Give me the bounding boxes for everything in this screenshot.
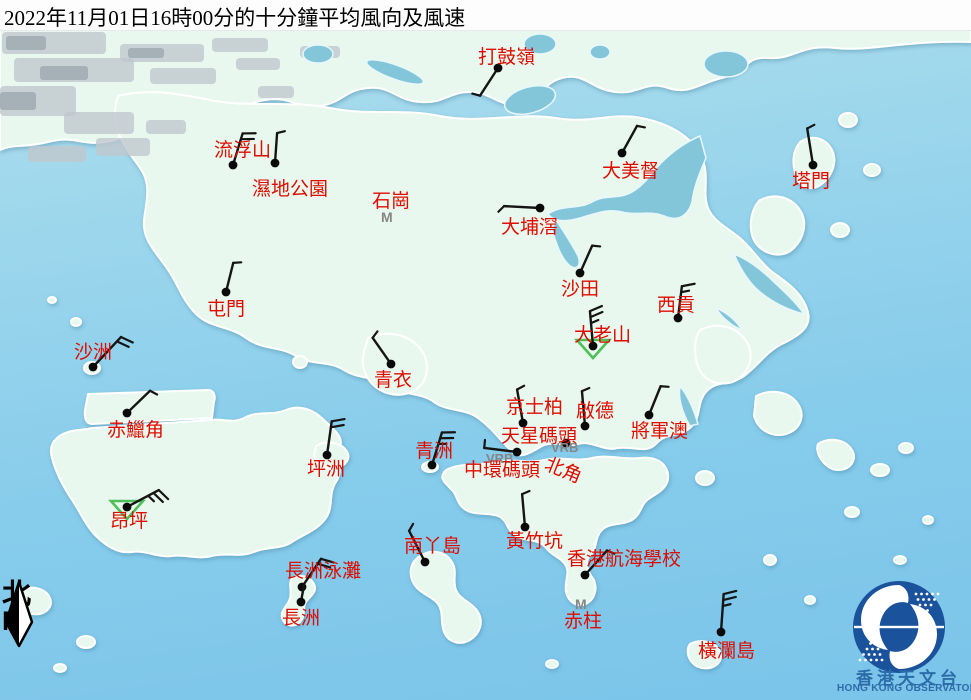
wind-barb bbox=[498, 206, 540, 212]
station-dot bbox=[618, 149, 627, 158]
station-dot bbox=[645, 411, 654, 420]
station-dot bbox=[89, 363, 98, 372]
wind-barb bbox=[580, 246, 600, 273]
barb-tick bbox=[484, 440, 485, 448]
barb-tick bbox=[592, 246, 600, 247]
station-label: 大老山 bbox=[574, 326, 631, 345]
wind-barb bbox=[472, 68, 498, 96]
station-dot bbox=[229, 161, 238, 170]
hko-logo: 香港天文台 HONG KONG OBSERVATORY bbox=[836, 580, 971, 700]
station-label: 黃竹坑 bbox=[506, 532, 563, 551]
title-bar: 2022年11月01日16時00分的十分鐘平均風向及風速 bbox=[0, 0, 971, 31]
barb-tick bbox=[117, 341, 129, 346]
station-label: 屯門 bbox=[207, 300, 245, 319]
station-label: 濕地公園 bbox=[252, 180, 328, 199]
station-label: 大美督 bbox=[602, 162, 659, 181]
station-label: 沙田 bbox=[561, 280, 599, 299]
barb-tick bbox=[682, 284, 695, 286]
wind-barbs-layer bbox=[0, 0, 971, 700]
barb-tick bbox=[121, 337, 133, 342]
barb-tick bbox=[724, 591, 737, 594]
station-label: 坪洲 bbox=[307, 460, 345, 479]
station-dot bbox=[581, 422, 590, 431]
barb-tick bbox=[409, 524, 413, 531]
station-label: 青洲 bbox=[415, 442, 453, 461]
station-label: 中環碼頭 bbox=[464, 461, 540, 480]
station-label: 香港航海學校 bbox=[567, 550, 681, 569]
station-dot bbox=[717, 628, 726, 637]
station-dot bbox=[387, 360, 396, 369]
barb-tick bbox=[517, 386, 524, 390]
station-label: 西貢 bbox=[657, 296, 695, 315]
wind-barb bbox=[127, 490, 168, 507]
station-dot bbox=[513, 448, 522, 457]
wind-barb bbox=[807, 125, 814, 165]
station-label: 將軍澳 bbox=[631, 422, 688, 441]
wind-barb bbox=[721, 591, 736, 632]
hko-name-en: HONG KONG OBSERVATORY bbox=[837, 683, 971, 694]
wind-barb bbox=[127, 391, 157, 413]
wind-barb bbox=[226, 262, 241, 292]
barb-tick bbox=[331, 425, 344, 427]
wind-barb bbox=[373, 331, 391, 364]
station-dot bbox=[271, 159, 280, 168]
station-label: 流浮山 bbox=[214, 141, 271, 160]
barb-tick bbox=[723, 597, 736, 600]
station-label: 青衣 bbox=[374, 371, 412, 390]
station-label: 京士柏 bbox=[506, 398, 563, 417]
barb-tick bbox=[159, 490, 168, 499]
barb-tick bbox=[681, 291, 689, 293]
station-label: 沙洲 bbox=[74, 343, 112, 362]
station-label: 啟德 bbox=[576, 402, 614, 421]
station-label: 赤柱 bbox=[564, 612, 602, 631]
barb-tick bbox=[150, 391, 157, 395]
barb-tick bbox=[591, 320, 598, 323]
barb-tick bbox=[590, 306, 602, 311]
barb-tick bbox=[233, 262, 241, 263]
station-label: 打鼓嶺 bbox=[478, 48, 535, 67]
station-dot bbox=[421, 558, 430, 567]
map-title: 2022年11月01日16時00分的十分鐘平均風向及風速 bbox=[4, 2, 465, 32]
wind-barb bbox=[649, 386, 669, 415]
barb-tick bbox=[332, 419, 345, 421]
missing-data-flag: M bbox=[381, 210, 393, 224]
wind-barb bbox=[522, 491, 529, 527]
north-indicator: 北 N bbox=[2, 580, 42, 700]
north-arrow-icon bbox=[2, 580, 42, 650]
station-label: 長洲 bbox=[282, 609, 320, 628]
wind-barb bbox=[275, 131, 285, 163]
barb-tick bbox=[807, 125, 814, 129]
barb-tick bbox=[661, 386, 669, 387]
station-label: 大埔滘 bbox=[501, 218, 558, 237]
station-dot bbox=[222, 288, 231, 297]
barb-tick bbox=[498, 206, 504, 212]
variable-wind-flag: VRB bbox=[551, 441, 578, 454]
station-label: 赤鱲角 bbox=[107, 421, 164, 440]
station-dot bbox=[536, 204, 545, 213]
missing-data-flag: M bbox=[575, 597, 587, 611]
station-label: 昂坪 bbox=[110, 512, 148, 531]
station-dot bbox=[809, 161, 818, 170]
barb-tick bbox=[590, 312, 602, 317]
barb-tick bbox=[153, 493, 162, 502]
barb-tick bbox=[148, 496, 154, 502]
wind-barb bbox=[327, 419, 345, 455]
station-dot bbox=[123, 409, 132, 418]
barb-tick bbox=[472, 94, 480, 96]
barb-tick bbox=[582, 388, 589, 391]
barb-tick bbox=[637, 126, 645, 128]
station-dot bbox=[581, 571, 590, 580]
wind-barb bbox=[622, 126, 645, 153]
station-dot bbox=[576, 269, 585, 278]
station-label: 長洲泳灘 bbox=[285, 562, 361, 581]
wind-map-screenshot: 打鼓嶺流浮山濕地公園石崗M大美督塔門大埔滘沙田西貢沙洲屯門大老山青衣赤鱲角京士柏… bbox=[0, 0, 971, 700]
barb-tick bbox=[373, 331, 378, 337]
station-label: 塔門 bbox=[792, 172, 830, 191]
barb-tick bbox=[522, 491, 529, 494]
station-label: 橫瀾島 bbox=[698, 642, 755, 661]
station-label: 南丫島 bbox=[404, 537, 461, 556]
station-dot bbox=[297, 598, 306, 607]
barb-tick bbox=[277, 131, 285, 133]
